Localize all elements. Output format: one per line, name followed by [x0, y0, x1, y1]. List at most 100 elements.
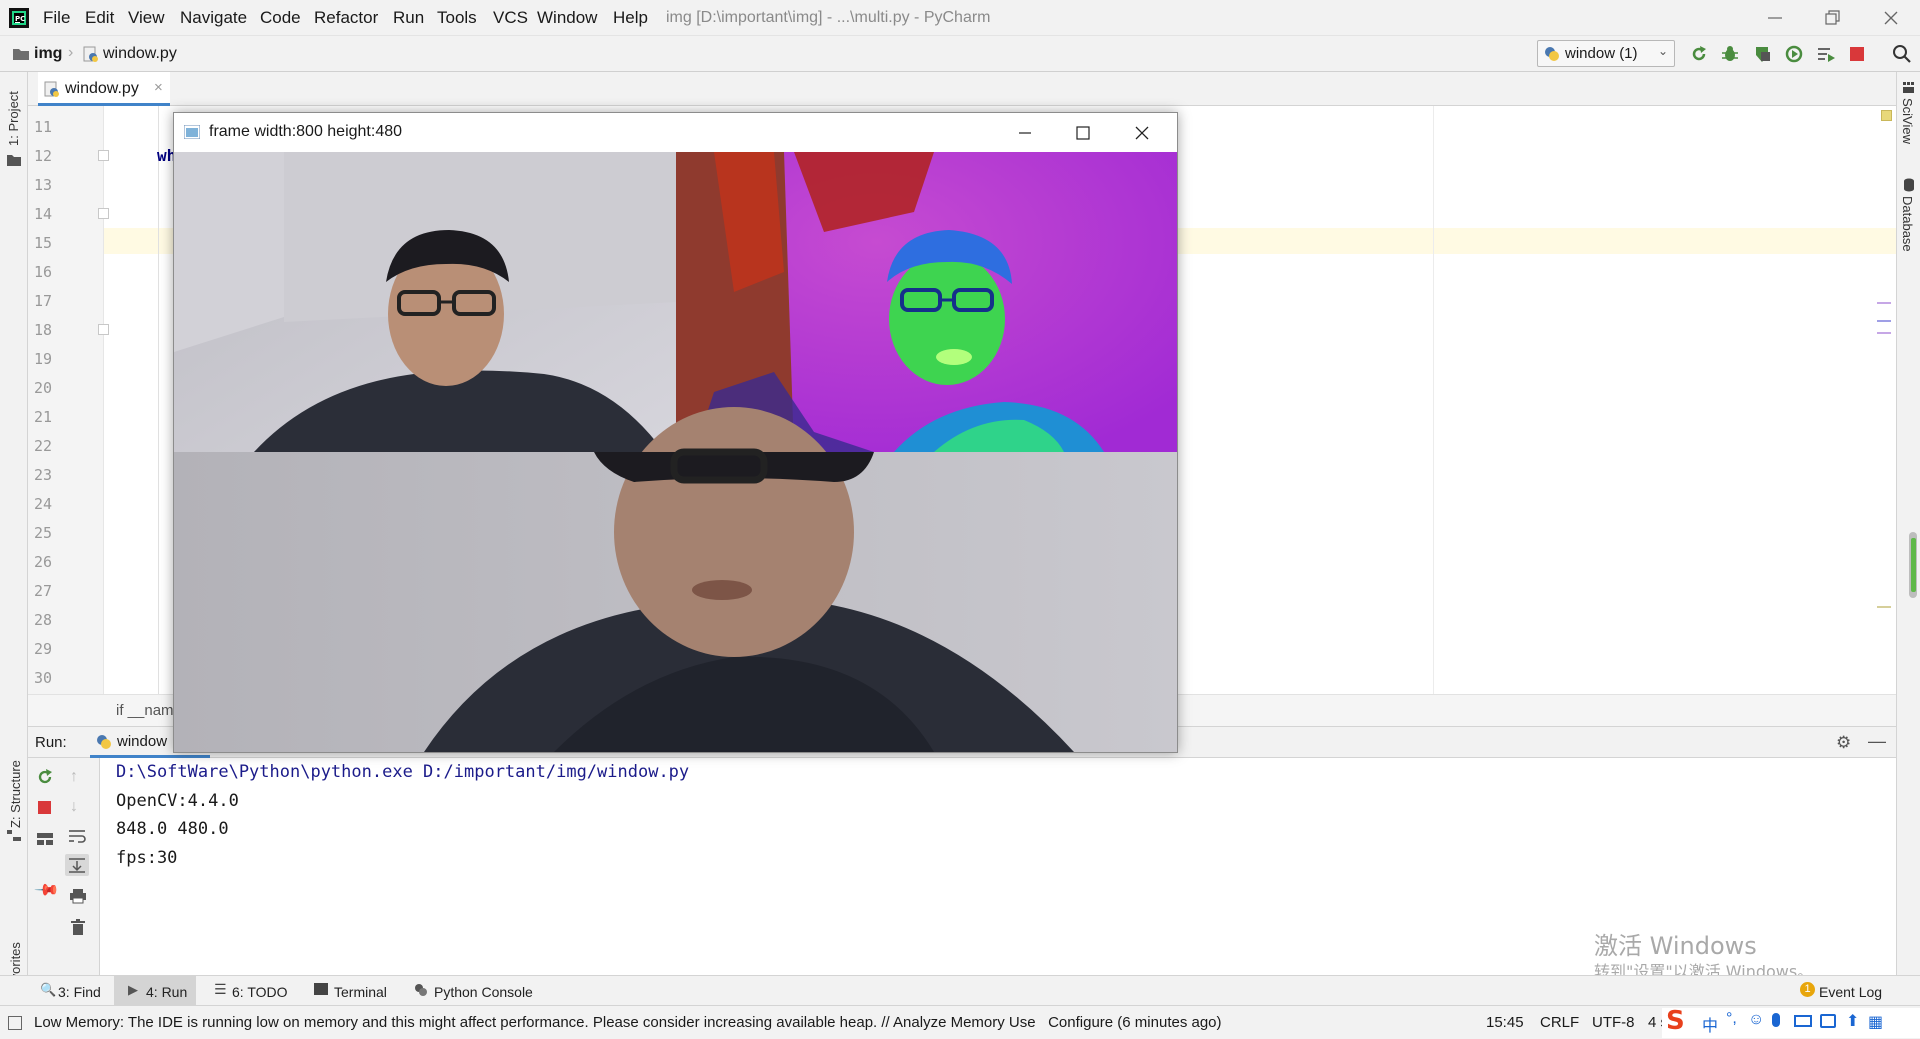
find-tool-button[interactable]: 🔍 3: Find — [36, 976, 106, 1006]
menu-file[interactable]: File — [43, 8, 70, 28]
camera-view-hsv — [676, 152, 1177, 452]
event-count-badge: 1 — [1800, 982, 1815, 997]
project-tool-button[interactable]: 1: Project — [2, 78, 26, 172]
fold-marker-icon[interactable] — [98, 150, 109, 161]
menu-code[interactable]: Code — [260, 8, 301, 28]
opencv-window-title: frame width:800 height:480 — [209, 123, 403, 140]
line-number: 11 — [34, 118, 53, 136]
down-arrow-icon[interactable]: ↓ — [70, 798, 78, 816]
fold-marker-icon[interactable] — [98, 208, 109, 219]
activation-watermark-title: 激活 Windows — [1594, 932, 1757, 960]
soft-wrap-icon[interactable] — [68, 828, 86, 844]
profile-icon[interactable] — [1784, 44, 1804, 64]
menu-vcs[interactable]: VCS — [493, 8, 528, 28]
breadcrumb-root[interactable]: img — [34, 45, 62, 63]
event-log-label: Event Log — [1819, 984, 1883, 1000]
status-message[interactable]: Low Memory: The IDE is running low on me… — [34, 1014, 1222, 1031]
editor-breadcrumb[interactable]: if __nam — [116, 702, 174, 719]
line-number: 13 — [34, 176, 53, 194]
run-config-select[interactable]: window (1) ⌄ — [1537, 40, 1675, 67]
line-number: 20 — [34, 379, 53, 397]
menu-help[interactable]: Help — [613, 8, 648, 28]
structure-icon — [7, 830, 21, 842]
todo-tool-button[interactable]: ☰ 6: TODO — [210, 976, 300, 1006]
chinese-mode-icon: 中 — [1702, 1018, 1719, 1035]
fold-marker-icon[interactable] — [98, 324, 109, 335]
camera-view-zoomed — [174, 407, 1177, 752]
line-number: 15 — [34, 234, 53, 252]
restore-icon[interactable] — [1824, 9, 1842, 27]
stop-icon[interactable] — [1848, 45, 1866, 63]
close-icon[interactable] — [1882, 9, 1900, 27]
menu-run[interactable]: Run — [393, 8, 424, 28]
indent-guide — [158, 106, 159, 694]
menu-view[interactable]: View — [128, 8, 165, 28]
minimize-icon[interactable] — [1766, 10, 1784, 26]
opencv-frame-window[interactable]: frame width:800 height:480 — [173, 112, 1178, 753]
menu-tools[interactable]: Tools — [437, 8, 477, 28]
line-number: 21 — [34, 408, 53, 426]
structure-tool-label: Z: Structure — [8, 760, 23, 828]
tab-close-icon[interactable]: × — [154, 79, 163, 96]
pin-icon[interactable]: 📌 — [33, 876, 61, 904]
rerun-icon[interactable] — [36, 768, 54, 786]
menu-navigate[interactable]: Navigate — [180, 8, 247, 28]
print-icon[interactable] — [69, 888, 87, 904]
layout-icon[interactable] — [36, 832, 54, 846]
line-number: 25 — [34, 524, 53, 542]
error-stripe-marks — [1877, 302, 1893, 362]
app-window-icon — [184, 125, 200, 139]
toggle-tool-windows-icon[interactable] — [8, 1016, 22, 1030]
line-separator[interactable]: CRLF — [1540, 1014, 1579, 1031]
menu-edit[interactable]: Edit — [85, 8, 114, 28]
opencv-window-titlebar[interactable]: frame width:800 height:480 — [174, 113, 1177, 152]
breadcrumb-separator-icon: › — [68, 44, 74, 61]
database-tool-label: Database — [1900, 196, 1915, 252]
line-number: 17 — [34, 292, 53, 310]
run-settings-gear-icon[interactable]: ⚙ — [1836, 733, 1851, 753]
trash-icon[interactable] — [70, 918, 86, 936]
line-number-gutter: 11 12 13 14 15 16 17 18 19 20 21 22 23 2… — [28, 106, 109, 694]
run-concurrency-icon[interactable] — [1816, 44, 1836, 64]
ime-toolbar[interactable]: S 中 °, ☺ ⬆ ▦ — [1662, 1006, 1920, 1038]
line-number: 24 — [34, 495, 53, 513]
rerun-icon[interactable] — [1689, 44, 1709, 64]
scroll-to-end-icon[interactable] — [65, 854, 89, 876]
breadcrumb-file[interactable]: window.py — [103, 45, 177, 63]
console-line: 848.0 480.0 — [116, 819, 229, 839]
maximize-icon[interactable] — [1075, 125, 1091, 141]
debug-icon[interactable] — [1720, 44, 1740, 64]
run-console-output[interactable]: D:\SoftWare\Python\python.exe D:/importa… — [100, 758, 1896, 981]
python-console-tool-button[interactable]: Python Console — [412, 976, 542, 1006]
inspection-status-icon[interactable] — [1881, 110, 1892, 121]
python-console-icon — [414, 983, 428, 997]
tab-window-py[interactable]: window.py × — [38, 72, 170, 106]
caret-position[interactable]: 15:45 — [1486, 1014, 1524, 1031]
search-everywhere-icon[interactable] — [1892, 44, 1912, 64]
close-icon[interactable] — [1134, 125, 1150, 141]
event-log-button[interactable]: 1 Event Log — [1796, 976, 1896, 1006]
coverage-icon[interactable] — [1752, 44, 1772, 64]
left-tool-strip: 1: Project Z: Structure 2: Favorites ★ — [0, 72, 28, 1032]
grid-menu-icon: ▦ — [1868, 1014, 1884, 1031]
project-tool-label: 1: Project — [6, 91, 21, 146]
line-number: 26 — [34, 553, 53, 571]
run-tool-button[interactable]: ▶ 4: Run — [114, 976, 196, 1006]
minimize-icon[interactable] — [1017, 125, 1033, 141]
python-file-icon — [83, 46, 99, 62]
up-arrow-icon[interactable]: ↑ — [70, 768, 78, 786]
run-toolbar: ↑ ↓ 📌 — [28, 758, 100, 975]
project-folder-icon — [7, 154, 21, 166]
right-margin-guide — [1433, 106, 1434, 694]
hide-panel-icon[interactable]: — — [1868, 731, 1886, 752]
structure-tool-button[interactable]: Z: Structure — [2, 744, 26, 844]
file-encoding[interactable]: UTF-8 — [1592, 1014, 1635, 1031]
memory-indicator — [1911, 538, 1916, 592]
terminal-tool-button[interactable]: Terminal — [312, 976, 400, 1006]
sogou-ime-icon: S — [1666, 1006, 1685, 1036]
sciview-tool-button[interactable]: SciView — [1897, 82, 1920, 162]
database-tool-button[interactable]: Database — [1897, 178, 1920, 268]
menu-refactor[interactable]: Refactor — [314, 8, 378, 28]
stop-icon[interactable] — [37, 800, 53, 816]
menu-window[interactable]: Window — [537, 8, 597, 28]
